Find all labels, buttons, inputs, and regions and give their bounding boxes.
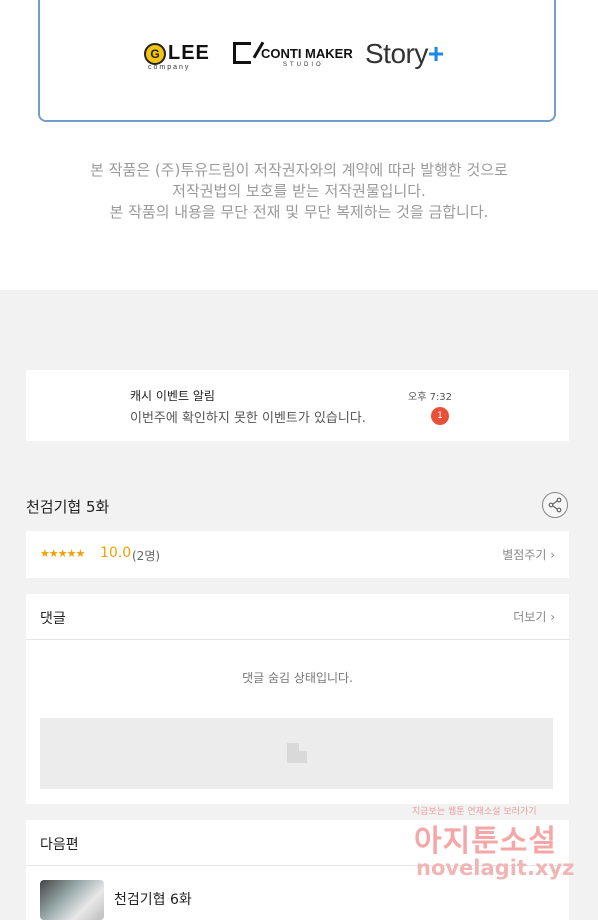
next-episode-title[interactable]: 천검기협 6화: [114, 889, 192, 909]
rate-button[interactable]: 별점주기 ›: [502, 546, 555, 563]
glee-logo-subtext: company: [148, 64, 191, 71]
next-episode-label: 다음편: [40, 837, 79, 853]
rating-count: (2명): [132, 549, 161, 563]
rating-score: 10.0: [100, 545, 132, 561]
conti-maker-text: CONTI MAKER: [261, 45, 353, 61]
conti-maker-logo: CONTI MAKER STUDIO: [233, 42, 353, 68]
comments-card: 댓글 더보기 › 댓글 숨김 상태입니다.: [26, 594, 569, 804]
comments-label: 댓글: [40, 611, 66, 627]
next-episode-header: 다음편: [26, 820, 569, 866]
conti-maker-subtext: STUDIO: [283, 62, 324, 68]
rating-card: ★★★★★ 10.0 (2명) 별점주기 ›: [26, 531, 569, 578]
comments-header: 댓글 더보기 ›: [26, 594, 569, 640]
next-episode-thumbnail[interactable]: [40, 880, 104, 920]
notification-title: 캐시 이벤트 알림: [130, 389, 215, 403]
notice-line: 본 작품의 내용을 무단 전재 및 무단 복제하는 것을 금합니다.: [109, 203, 489, 221]
notification-count-badge: 1: [431, 407, 449, 425]
comments-more-button[interactable]: 더보기 ›: [513, 608, 555, 625]
copyright-section: G LEE company CONTI MAKER STUDIO Story +…: [0, 0, 598, 290]
story-plus-logo: Story +: [365, 38, 444, 70]
story-logo-text: Story: [365, 38, 428, 69]
story-plus-icon: +: [427, 38, 445, 69]
copyright-notice: 본 작품은 (주)투유드림이 저작권자와의 계약에 따라 발행한 것으로 저작권…: [0, 160, 598, 223]
image-placeholder-icon: [287, 743, 307, 763]
episode-title: 천검기협 5화: [26, 498, 110, 516]
notice-line: 저작권법의 보호를 받는 저작권물입니다.: [172, 182, 426, 200]
glee-badge-icon: G: [144, 42, 166, 65]
watermark-tagline: 지금보는 웹툰 연재소설 보러가기: [412, 807, 537, 817]
publisher-logo-box: G LEE company CONTI MAKER STUDIO Story +: [38, 0, 556, 122]
comments-hidden-message: 댓글 숨김 상태입니다.: [242, 671, 353, 685]
share-icon: [548, 497, 562, 513]
share-button[interactable]: [542, 492, 568, 518]
conti-maker-icon: [233, 42, 251, 64]
notice-line: 본 작품은 (주)투유드림이 저작권자와의 계약에 따라 발행한 것으로: [90, 161, 508, 179]
notification-message: 이번주에 확인하지 못한 이벤트가 있습니다.: [130, 411, 366, 426]
glee-company-logo: G LEE company: [144, 42, 210, 71]
rating-stars: ★★★★★: [40, 547, 85, 560]
notification-time: 오후 7:32: [408, 392, 453, 403]
push-notification[interactable]: 캐시 이벤트 알림 이번주에 확인하지 못한 이벤트가 있습니다. 오후 7:3…: [26, 370, 569, 441]
ad-placeholder[interactable]: [40, 718, 553, 789]
next-episode-card: 다음편 천검기협 6화: [26, 820, 569, 920]
glee-logo-text: LEE: [168, 42, 210, 64]
